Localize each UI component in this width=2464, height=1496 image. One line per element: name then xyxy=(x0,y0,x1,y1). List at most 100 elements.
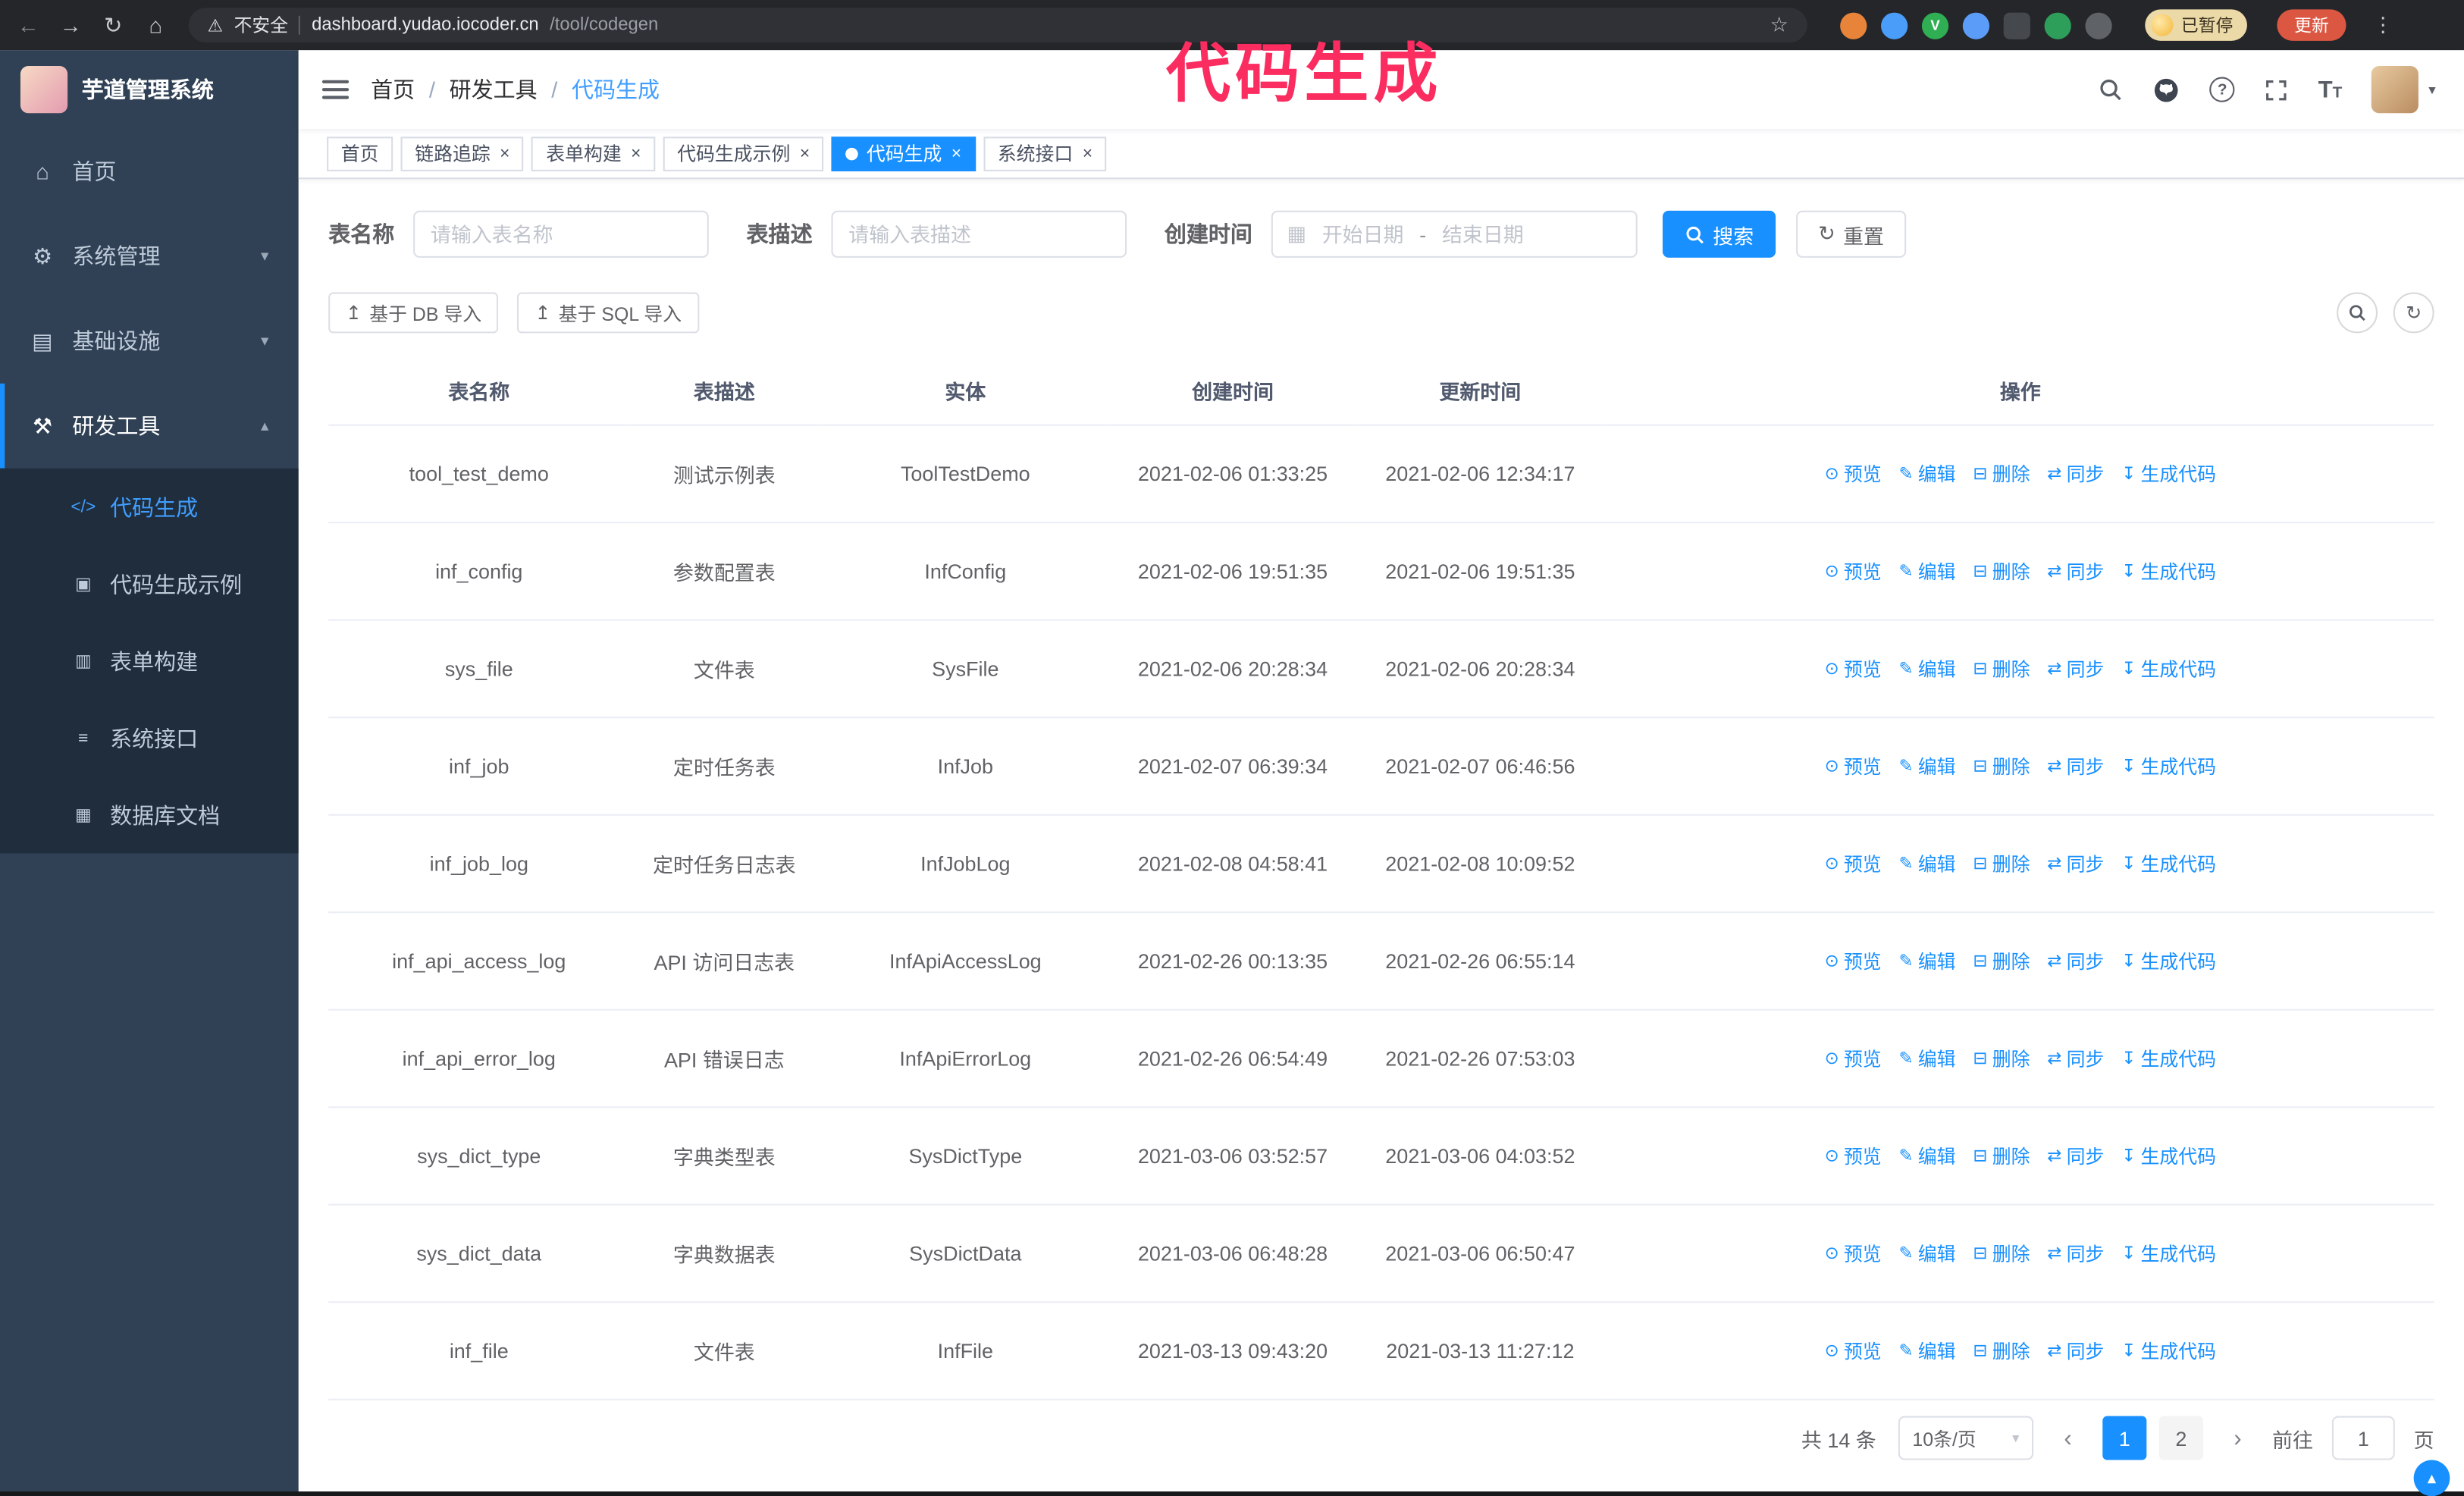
page-button-2[interactable]: 2 xyxy=(2158,1416,2203,1460)
action-preview[interactable]: ⊙ 预览 xyxy=(1825,1338,1882,1364)
action-delete[interactable]: ⊟ 删除 xyxy=(1973,655,2030,682)
sidebar-item-home[interactable]: ⌂ 首页 xyxy=(0,129,299,214)
action-sync[interactable]: ⇄ 同步 xyxy=(2047,460,2104,487)
extension-icon[interactable]: V xyxy=(1921,11,1949,39)
reset-button[interactable]: ↻ 重置 xyxy=(1796,210,1907,258)
action-edit[interactable]: ✎ 编辑 xyxy=(1898,1045,1955,1071)
extension-icon[interactable] xyxy=(1881,11,1908,39)
sidebar-item-system-api[interactable]: ≡ 系统接口 xyxy=(0,699,299,776)
close-icon[interactable]: × xyxy=(951,144,961,163)
close-icon[interactable]: × xyxy=(631,144,641,163)
script-paused-badge[interactable]: 已暂停 xyxy=(2145,9,2247,41)
breadcrumb-home[interactable]: 首页 xyxy=(371,74,415,105)
action-sync[interactable]: ⇄ 同步 xyxy=(2047,948,2104,974)
action-sync[interactable]: ⇄ 同步 xyxy=(2047,753,2104,779)
action-sync[interactable]: ⇄ 同步 xyxy=(2047,1338,2104,1364)
action-delete[interactable]: ⊟ 删除 xyxy=(1973,460,2030,487)
action-delete[interactable]: ⊟ 删除 xyxy=(1973,1143,2030,1169)
action-edit[interactable]: ✎ 编辑 xyxy=(1898,948,1955,974)
extension-icon[interactable] xyxy=(1962,11,1990,39)
sidebar-item-codegen-example[interactable]: ▣ 代码生成示例 xyxy=(0,545,299,623)
address-bar[interactable]: ⚠ 不安全 dashboard.yudao.iocoder.cn /tool/c… xyxy=(188,8,1807,42)
font-size-icon[interactable]: TT xyxy=(2318,77,2343,103)
action-edit[interactable]: ✎ 编辑 xyxy=(1898,460,1955,487)
action-generate[interactable]: ↧ 生成代码 xyxy=(2121,753,2216,779)
action-generate[interactable]: ↧ 生成代码 xyxy=(2121,460,2216,487)
action-preview[interactable]: ⊙ 预览 xyxy=(1825,1045,1882,1071)
action-generate[interactable]: ↧ 生成代码 xyxy=(2121,1338,2216,1364)
action-preview[interactable]: ⊙ 预览 xyxy=(1825,655,1882,682)
action-preview[interactable]: ⊙ 预览 xyxy=(1825,1240,1882,1266)
close-icon[interactable]: × xyxy=(500,144,509,163)
action-generate[interactable]: ↧ 生成代码 xyxy=(2121,558,2216,585)
action-edit[interactable]: ✎ 编辑 xyxy=(1898,1143,1955,1169)
action-generate[interactable]: ↧ 生成代码 xyxy=(2121,1045,2216,1071)
action-edit[interactable]: ✎ 编辑 xyxy=(1898,655,1955,682)
extension-icon[interactable] xyxy=(2044,11,2071,39)
action-sync[interactable]: ⇄ 同步 xyxy=(2047,1045,2104,1071)
end-date-input[interactable] xyxy=(1432,222,1534,246)
browser-reload-icon[interactable]: ↻ xyxy=(101,12,126,39)
help-icon[interactable]: ? xyxy=(2209,77,2235,102)
action-delete[interactable]: ⊟ 删除 xyxy=(1973,558,2030,585)
browser-menu-icon[interactable]: ⋮ xyxy=(2373,13,2393,38)
action-sync[interactable]: ⇄ 同步 xyxy=(2047,1240,2104,1266)
sidebar-toggle-icon[interactable] xyxy=(299,50,371,129)
toggle-search-button[interactable] xyxy=(2337,292,2378,334)
action-sync[interactable]: ⇄ 同步 xyxy=(2047,558,2104,585)
breadcrumb-dev-tools[interactable]: 研发工具 xyxy=(450,74,538,105)
action-preview[interactable]: ⊙ 预览 xyxy=(1825,850,1882,877)
action-sync[interactable]: ⇄ 同步 xyxy=(2047,655,2104,682)
extension-icon[interactable] xyxy=(1840,11,1867,39)
action-edit[interactable]: ✎ 编辑 xyxy=(1898,1338,1955,1364)
import-db-button[interactable]: ↥ 基于 DB 导入 xyxy=(328,292,499,334)
action-preview[interactable]: ⊙ 预览 xyxy=(1825,460,1882,487)
action-preview[interactable]: ⊙ 预览 xyxy=(1825,948,1882,974)
bookmark-star-icon[interactable]: ☆ xyxy=(1770,13,1788,38)
action-generate[interactable]: ↧ 生成代码 xyxy=(2121,655,2216,682)
user-menu[interactable]: ▾ xyxy=(2372,66,2436,114)
tab-codegen-example[interactable]: 代码生成示例 × xyxy=(663,136,824,171)
github-icon[interactable] xyxy=(2153,77,2180,103)
start-date-input[interactable] xyxy=(1312,222,1413,246)
action-edit[interactable]: ✎ 编辑 xyxy=(1898,1240,1955,1266)
action-preview[interactable]: ⊙ 预览 xyxy=(1825,1143,1882,1169)
browser-update-button[interactable]: 更新 xyxy=(2277,9,2346,41)
search-icon[interactable] xyxy=(2098,77,2123,102)
sidebar-item-form-builder[interactable]: ▥ 表单构建 xyxy=(0,623,299,700)
search-button[interactable]: 搜索 xyxy=(1662,210,1776,258)
next-page-button[interactable]: › xyxy=(2215,1416,2259,1460)
action-preview[interactable]: ⊙ 预览 xyxy=(1825,753,1882,779)
goto-page-input[interactable] xyxy=(2331,1416,2395,1460)
close-icon[interactable]: × xyxy=(800,144,810,163)
browser-forward-icon[interactable]: → xyxy=(58,13,83,38)
page-size-select[interactable]: 10条/页 ▾ xyxy=(1898,1416,2034,1460)
action-sync[interactable]: ⇄ 同步 xyxy=(2047,1143,2104,1169)
action-generate[interactable]: ↧ 生成代码 xyxy=(2121,948,2216,974)
extension-icon[interactable] xyxy=(2003,11,2030,39)
refresh-table-button[interactable]: ↻ xyxy=(2393,292,2434,334)
tab-home[interactable]: 首页 xyxy=(327,136,393,171)
action-delete[interactable]: ⊟ 删除 xyxy=(1973,753,2030,779)
table-desc-input[interactable] xyxy=(831,210,1127,258)
sidebar-item-codegen[interactable]: </> 代码生成 xyxy=(0,469,299,546)
prev-page-button[interactable]: ‹ xyxy=(2046,1416,2090,1460)
table-name-input[interactable] xyxy=(413,210,709,258)
page-button-1[interactable]: 1 xyxy=(2102,1416,2147,1460)
action-delete[interactable]: ⊟ 删除 xyxy=(1973,1045,2030,1071)
fullscreen-icon[interactable] xyxy=(2265,78,2288,102)
close-icon[interactable]: × xyxy=(1083,144,1092,163)
browser-back-icon[interactable]: ← xyxy=(16,13,41,38)
date-range-picker[interactable]: ▦ - xyxy=(1271,210,1638,258)
action-generate[interactable]: ↧ 生成代码 xyxy=(2121,1240,2216,1266)
tab-codegen[interactable]: 代码生成 × xyxy=(832,136,976,171)
action-delete[interactable]: ⊟ 删除 xyxy=(1973,1338,2030,1364)
action-delete[interactable]: ⊟ 删除 xyxy=(1973,948,2030,974)
action-edit[interactable]: ✎ 编辑 xyxy=(1898,850,1955,877)
action-generate[interactable]: ↧ 生成代码 xyxy=(2121,850,2216,877)
browser-home-icon[interactable]: ⌂ xyxy=(143,13,168,38)
extension-icon[interactable] xyxy=(2085,11,2112,39)
import-sql-button[interactable]: ↥ 基于 SQL 导入 xyxy=(517,292,699,334)
tab-form-builder[interactable]: 表单构建 × xyxy=(531,136,656,171)
tab-link-tracing[interactable]: 链路追踪 × xyxy=(400,136,525,171)
